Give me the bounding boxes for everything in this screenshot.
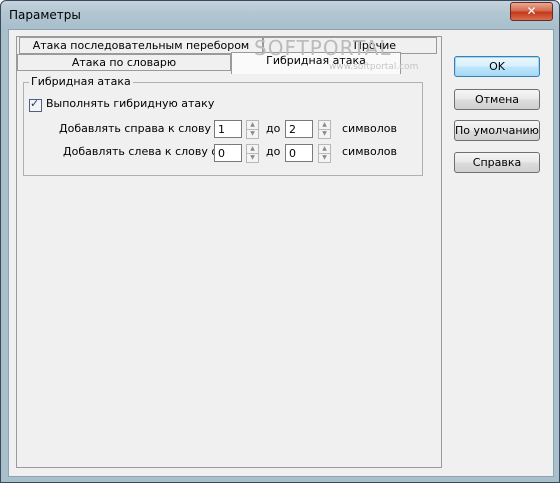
right-to-value: 2 [289, 123, 296, 136]
append-right-label: Добавлять справа к слову от [59, 122, 228, 135]
tab-brute-force[interactable]: Атака последовательным перебором [19, 37, 263, 54]
left-unit-label: символов [342, 145, 397, 158]
defaults-label: По умолчанию [455, 124, 539, 137]
right-to-label: до [266, 122, 281, 135]
watermark-url: www.softportal.com [329, 62, 419, 72]
spin-down-icon[interactable]: ▼ [318, 129, 331, 139]
left-to-input[interactable]: 0 [285, 144, 313, 162]
enable-hybrid-checkbox[interactable]: ✓ [29, 97, 42, 112]
left-to-value: 0 [289, 147, 296, 160]
spin-down-icon[interactable]: ▼ [246, 129, 259, 139]
close-button[interactable]: ✕ [510, 2, 553, 21]
spin-down-icon[interactable]: ▼ [246, 153, 259, 163]
enable-hybrid-label[interactable]: Выполнять гибридную атаку [46, 97, 214, 110]
dialog-window: Параметры ✕ Атака последовательным переб… [0, 0, 560, 483]
group-label: Гибридная атака [29, 75, 133, 88]
right-from-input[interactable]: 1 [214, 120, 242, 138]
window-title: Параметры [9, 8, 81, 22]
tab-label: Атака последовательным перебором [32, 39, 250, 52]
right-from-value: 1 [218, 123, 225, 136]
left-to-stepper[interactable]: ▲ ▼ [318, 144, 331, 163]
tab-label: Атака по словарю [71, 56, 177, 69]
right-from-stepper[interactable]: ▲ ▼ [246, 120, 259, 139]
defaults-button[interactable]: По умолчанию [454, 120, 540, 141]
cancel-label: Отмена [474, 93, 520, 106]
spin-down-icon[interactable]: ▼ [318, 153, 331, 163]
help-button[interactable]: Справка [454, 152, 540, 173]
ok-button[interactable]: OK [454, 56, 540, 77]
left-from-value: 0 [218, 147, 225, 160]
watermark-logo: SOFTPORTAL [254, 36, 392, 60]
left-from-stepper[interactable]: ▲ ▼ [246, 144, 259, 163]
right-unit-label: символов [342, 122, 397, 135]
left-from-input[interactable]: 0 [214, 144, 242, 162]
tab-dictionary[interactable]: Атака по словарю [17, 54, 231, 71]
append-left-label: Добавлять слева к слову от [63, 145, 225, 158]
left-to-label: до [266, 145, 281, 158]
title-bar[interactable]: Параметры ✕ [1, 1, 559, 29]
help-label: Справка [472, 156, 522, 169]
right-to-input[interactable]: 2 [285, 120, 313, 138]
dialog-client-area: Атака последовательным перебором Прочие … [8, 29, 554, 477]
ok-label: OK [489, 60, 505, 73]
close-icon: ✕ [526, 4, 537, 18]
check-icon: ✓ [30, 97, 40, 110]
cancel-button[interactable]: Отмена [454, 89, 540, 110]
right-to-stepper[interactable]: ▲ ▼ [318, 120, 331, 139]
